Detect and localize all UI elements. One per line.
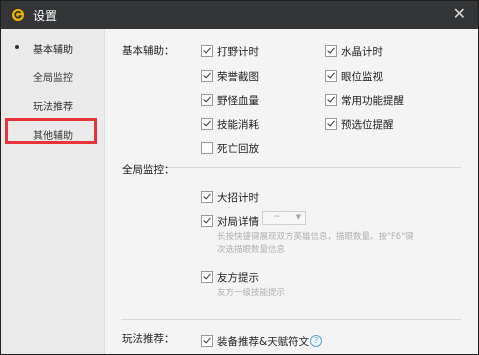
checkbox-label: 水晶计时 [341, 46, 383, 58]
sidebar-item-label: 其他辅助 [33, 131, 73, 142]
checkbox-box[interactable] [201, 271, 213, 283]
checkbox-label: 装备推荐&天赋符文 [217, 336, 310, 348]
section-label-global: 全局监控： [122, 164, 175, 176]
window-title: 设置 [33, 9, 58, 23]
hint-line-1: 长按快捷键展现双方英雄信息，描眼数量。按"F6"键 [217, 232, 414, 242]
checkbox-label: 友方提示 [217, 272, 259, 284]
game-logo-icon [12, 9, 24, 21]
sidebar-item-label: 基本辅助 [33, 45, 73, 56]
checkbox-box[interactable] [201, 142, 213, 154]
checkbox-label: 技能消耗 [217, 119, 259, 131]
sidebar: 基本辅助 全局监控 玩法推荐 其他辅助 [1, 29, 105, 354]
chevron-down-icon: ▼ [295, 213, 301, 221]
checkbox-label: 眼位监视 [341, 71, 383, 83]
checkbox-label: 常用功能提醒 [341, 95, 404, 107]
checkbox-box[interactable] [201, 70, 213, 82]
sidebar-item-play[interactable]: 玩法推荐 [1, 90, 104, 118]
checkbox-label: 大招计时 [217, 192, 259, 204]
section-divider [121, 319, 461, 320]
checkbox-label: 对局详情 [217, 216, 259, 228]
checkbox-box[interactable] [201, 191, 213, 203]
checkbox-box[interactable] [325, 94, 337, 106]
sidebar-item-other[interactable]: 其他辅助 [1, 119, 104, 147]
sidebar-item-label: 玩法推荐 [33, 102, 73, 113]
checkbox-label: 打野计时 [217, 46, 259, 58]
checkbox-box[interactable] [325, 70, 337, 82]
checkbox-label: 预选位提醒 [341, 119, 394, 131]
help-icon[interactable]: ? [310, 335, 322, 347]
sidebar-item-basic[interactable]: 基本辅助 [1, 33, 104, 61]
checkbox-box[interactable] [325, 45, 337, 57]
checkbox-box[interactable] [201, 215, 213, 227]
match-detail-hint: 长按快捷键展现双方英雄信息，描眼数量。按"F6"键 次选描眼数量信息 [217, 231, 414, 257]
title-bar: 设置 ✕ [1, 1, 478, 29]
section-label-basic: 基本辅助： [122, 45, 175, 57]
checkbox-box[interactable] [201, 335, 213, 347]
sidebar-item-global[interactable]: 全局监控 [1, 61, 104, 89]
close-icon[interactable]: ✕ [453, 6, 466, 22]
hotkey-select[interactable]: ~ ▼ [262, 211, 306, 225]
checkbox-box[interactable] [201, 45, 213, 57]
sidebar-item-label: 全局监控 [33, 73, 73, 84]
checkbox-label: 野怪血量 [217, 95, 259, 107]
checkbox-box[interactable] [201, 94, 213, 106]
settings-content: 基本辅助： 打野计时 水晶计时 荣誉截图 眼位监视 野怪血量 常用功能提醒 技能 [105, 29, 478, 354]
settings-window: 设置 ✕ 基本辅助 全局监控 玩法推荐 其他辅助 基本辅助： 打野计时 水晶计时 [0, 0, 479, 355]
checkbox-box[interactable] [325, 118, 337, 130]
checkbox-box[interactable] [201, 118, 213, 130]
checkbox-label: 死亡回放 [217, 143, 259, 155]
ally-hint-text: 友方一级技能提示 [217, 288, 286, 298]
active-dot-icon [15, 45, 19, 49]
hint-line-2: 次选描眼数量信息 [217, 245, 286, 255]
checkbox-label: 荣誉截图 [217, 71, 259, 83]
section-label-play: 玩法推荐： [122, 333, 175, 345]
hotkey-select-value: ~ [273, 212, 281, 222]
